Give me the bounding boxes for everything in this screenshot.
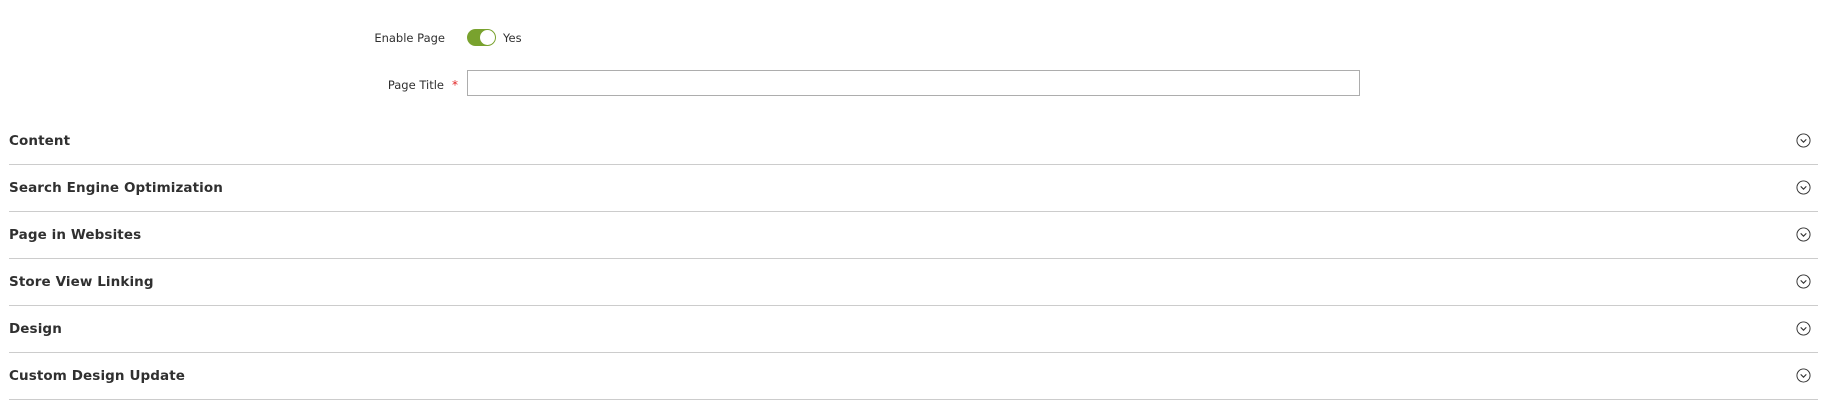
- enable-page-field: Enable Page Yes: [0, 24, 1830, 52]
- section-search-engine-optimization[interactable]: Search Engine Optimization: [9, 165, 1818, 212]
- section-title: Store View Linking: [9, 274, 154, 290]
- section-title: Custom Design Update: [9, 368, 186, 384]
- page-title-field: Page Title *: [0, 70, 1830, 98]
- section-title: Content: [9, 133, 71, 149]
- chevron-down-circle-icon: [1796, 368, 1811, 383]
- toggle-knob: [480, 30, 495, 45]
- enable-page-toggle[interactable]: [467, 29, 496, 46]
- chevron-down-circle-icon: [1796, 227, 1811, 242]
- chevron-down-circle-icon: [1796, 321, 1811, 336]
- section-design[interactable]: Design: [9, 306, 1818, 353]
- chevron-down-circle-icon: [1796, 274, 1811, 289]
- section-title: Design: [9, 321, 62, 337]
- section-store-view-linking[interactable]: Store View Linking: [9, 259, 1818, 306]
- section-content[interactable]: Content: [9, 118, 1818, 165]
- enable-page-value: Yes: [503, 31, 522, 45]
- page-title-label: Page Title: [387, 78, 444, 92]
- section-page-in-websites[interactable]: Page in Websites: [9, 212, 1818, 259]
- section-title: Page in Websites: [9, 227, 142, 243]
- enable-page-label: Enable Page: [374, 31, 445, 45]
- page-title-input[interactable]: [467, 70, 1360, 96]
- section-title: Search Engine Optimization: [9, 180, 223, 196]
- collapsible-sections: Content Search Engine Optimization Page …: [9, 118, 1818, 400]
- cms-page-form: Enable Page Yes Page Title * Content Sea…: [0, 0, 1830, 416]
- chevron-down-circle-icon: [1796, 180, 1811, 195]
- section-custom-design-update[interactable]: Custom Design Update: [9, 353, 1818, 400]
- chevron-down-circle-icon: [1796, 133, 1811, 148]
- required-marker: *: [452, 78, 458, 92]
